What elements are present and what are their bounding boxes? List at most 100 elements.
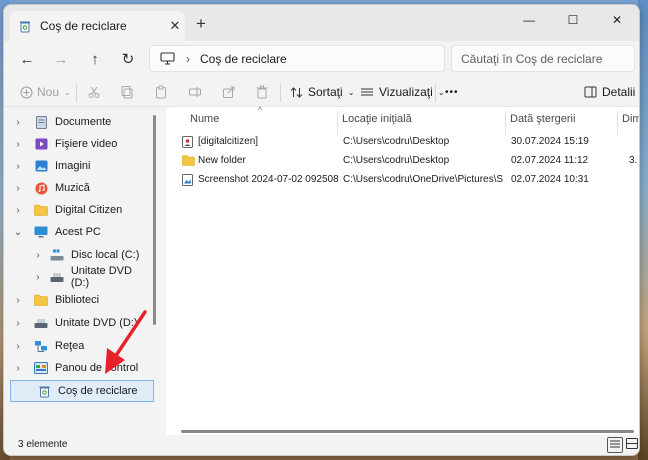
navigation-pane: › Documente › Fişiere video › Imagini › … — [4, 107, 156, 435]
table-row[interactable]: New folder C:\Users\codru\Desktop 02.07.… — [176, 152, 639, 171]
pictures-icon — [34, 159, 48, 173]
column-divider[interactable] — [337, 111, 338, 135]
annotation-arrow — [105, 310, 147, 374]
details-pane-icon — [584, 86, 597, 98]
file-name: New folder — [198, 155, 246, 166]
view-label: Vizualizaţi — [379, 85, 433, 99]
sidebar-item-label: Acest PC — [55, 226, 101, 238]
more-options-button[interactable]: ••• — [445, 81, 459, 103]
music-icon — [34, 181, 48, 195]
sidebar-item-local-disk[interactable]: › Disc local (C:) — [4, 244, 152, 266]
up-button[interactable]: ↑ — [82, 47, 108, 71]
sidebar-item-label: Muzică — [55, 182, 90, 194]
column-header-location[interactable]: Locaţie iniţială — [342, 113, 412, 131]
sidebar-scrollbar[interactable] — [153, 115, 156, 325]
dvd-icon — [50, 270, 64, 284]
minimize-button[interactable]: — — [507, 5, 551, 35]
sidebar-item-digital-citizen[interactable]: › Digital Citizen — [4, 199, 152, 221]
paste-button[interactable] — [154, 81, 168, 103]
chevron-right-icon[interactable]: › — [12, 117, 24, 128]
sort-button[interactable]: Sortaţi ⌄ — [290, 81, 354, 103]
tab-close-icon[interactable]: ✕ — [165, 18, 185, 34]
folder-icon — [34, 203, 48, 217]
details-label: Detalii — [602, 85, 636, 99]
chevron-right-icon[interactable]: › — [12, 183, 24, 194]
back-button[interactable]: ← — [14, 47, 40, 71]
new-tab-button[interactable]: + — [191, 15, 211, 35]
rename-button[interactable] — [188, 81, 202, 103]
tiles-view-button[interactable] — [624, 437, 639, 453]
date-deleted: 02.07.2024 11:12 — [511, 155, 589, 166]
sort-label: Sortaţi — [308, 85, 343, 99]
share-button[interactable] — [222, 81, 236, 103]
tab-recycle-bin[interactable]: Coş de reciclare ✕ — [10, 11, 185, 41]
close-button[interactable]: ✕ — [595, 5, 639, 35]
delete-button[interactable] — [255, 81, 269, 103]
details-button[interactable]: Detalii — [584, 81, 635, 103]
breadcrumb[interactable]: Coş de reciclare — [200, 52, 287, 66]
chevron-right-icon[interactable]: › — [12, 161, 24, 172]
column-header-date-deleted[interactable]: Dată ştergerii — [510, 113, 575, 131]
view-button[interactable]: Vizualizaţi ⌄ — [360, 81, 445, 103]
chevron-right-icon[interactable]: › — [32, 250, 44, 261]
column-header-name[interactable]: Nume — [190, 113, 219, 131]
date-deleted: 02.07.2024 10:31 — [511, 174, 589, 185]
sidebar-item-label: Coş de reciclare — [58, 385, 138, 397]
chevron-right-icon[interactable]: › — [12, 363, 24, 374]
sidebar-item-label: Documente — [55, 116, 112, 128]
details-view-icon — [609, 439, 621, 452]
date-deleted: 30.07.2024 15:19 — [511, 136, 589, 147]
table-row[interactable]: Screenshot 2024-07-02 092508 C:\Users\co… — [176, 171, 639, 190]
chevron-right-icon[interactable]: › — [12, 295, 24, 306]
drive-icon — [50, 248, 64, 262]
chevron-right-icon[interactable]: › — [32, 272, 44, 283]
separator — [76, 84, 77, 102]
title-bar: Coş de reciclare ✕ + — ☐ ✕ — [4, 5, 639, 41]
address-bar[interactable]: › Coş de reciclare — [149, 45, 445, 72]
sidebar-item-pictures[interactable]: › Imagini — [4, 155, 152, 177]
scissors-icon — [87, 85, 101, 99]
forward-button[interactable]: → — [48, 47, 74, 71]
copy-button[interactable] — [120, 81, 134, 103]
chevron-down-icon: ⌄ — [64, 87, 71, 97]
chevron-right-icon[interactable]: › — [12, 205, 24, 216]
tiles-view-icon — [626, 438, 638, 452]
file-explorer-window: Coş de reciclare ✕ + — ☐ ✕ ← → ↑ ↻ › Coş… — [3, 4, 640, 456]
sidebar-item-dvd-drive[interactable]: › Unitate DVD (D:) — [4, 265, 152, 289]
sidebar-item-label: Unitate DVD (D:) — [70, 265, 132, 289]
chevron-right-icon[interactable]: › — [12, 318, 24, 329]
column-divider[interactable] — [505, 111, 506, 135]
column-divider[interactable] — [617, 111, 618, 135]
chevron-right-icon[interactable]: › — [12, 341, 24, 352]
sidebar-item-label: Digital Citizen — [55, 204, 123, 216]
sidebar-item-recycle-bin[interactable]: Coş de reciclare — [10, 380, 154, 402]
sidebar-item-this-pc[interactable]: ⌄ Acest PC — [4, 221, 152, 243]
status-bar: 3 elemente — [4, 435, 639, 455]
sidebar-item-documents[interactable]: › Documente — [4, 111, 152, 133]
plus-circle-icon — [20, 86, 33, 99]
file-size: 3. — [629, 155, 638, 166]
chevron-down-icon[interactable]: ⌄ — [12, 227, 24, 238]
pc-icon — [34, 225, 48, 239]
refresh-button[interactable]: ↻ — [115, 47, 141, 71]
copy-icon — [120, 85, 134, 99]
horizontal-scrollbar[interactable] — [181, 430, 634, 433]
search-input[interactable]: Căutaţi în Coş de reciclare — [451, 45, 635, 72]
libraries-icon — [34, 293, 48, 307]
new-button[interactable]: Nou ⌄ — [20, 81, 71, 103]
documents-icon — [34, 115, 48, 129]
table-row[interactable]: [digitalcitizen] C:\Users\codru\Desktop … — [176, 133, 639, 152]
sort-caret-icon: ^ — [258, 105, 263, 115]
original-location: C:\Users\codru\OneDrive\Pictures\Scree..… — [343, 174, 503, 185]
sidebar-item-label: Disc local (C:) — [71, 249, 140, 261]
chevron-right-icon[interactable]: › — [12, 139, 24, 150]
column-header-size[interactable]: Dime — [622, 113, 639, 131]
cut-button[interactable] — [87, 81, 101, 103]
details-view-button[interactable] — [607, 437, 623, 453]
maximize-button[interactable]: ☐ — [551, 5, 595, 35]
sidebar-item-music[interactable]: › Muzică — [4, 177, 152, 199]
chevron-down-icon: ⌄ — [347, 87, 355, 97]
recycle-bin-icon — [37, 384, 51, 398]
folder-icon — [182, 155, 195, 167]
sidebar-item-videos[interactable]: › Fişiere video — [4, 133, 152, 155]
